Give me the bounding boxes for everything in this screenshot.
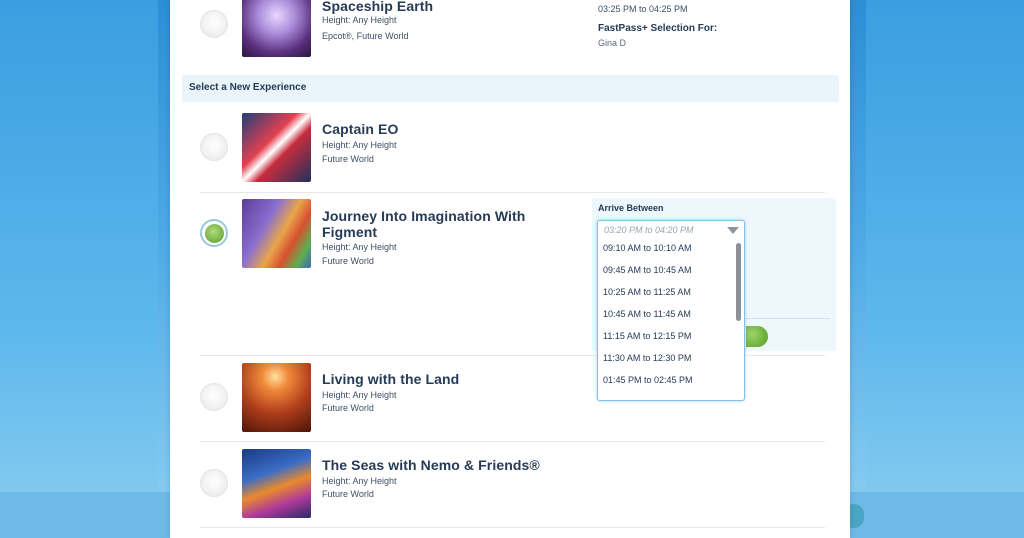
- radio-journey-into-imagination[interactable]: [200, 219, 228, 247]
- experience-location: Epcot®, Future World: [322, 31, 409, 41]
- experience-height: Height: Any Height: [322, 390, 397, 400]
- section-header: Select a New Experience: [182, 75, 839, 102]
- radio-spaceship-earth[interactable]: [200, 10, 228, 38]
- figment-thumbnail: [242, 199, 311, 268]
- divider: [200, 527, 825, 528]
- divider: [746, 318, 830, 319]
- radio-living-with-the-land[interactable]: [200, 383, 228, 411]
- experience-title: The Seas with Nemo & Friends®: [322, 457, 540, 473]
- divider: [200, 441, 825, 442]
- experience-title: Living with the Land: [322, 371, 460, 387]
- seas-with-nemo-thumbnail: [242, 449, 311, 518]
- divider: [200, 192, 825, 193]
- experience-location: Future World: [322, 489, 374, 499]
- living-with-the-land-thumbnail: [242, 363, 311, 432]
- experience-height: Height: Any Height: [322, 476, 397, 486]
- arrive-time-select[interactable]: 03:20 PM to 04:20 PM 09:10 AM to 10:10 A…: [597, 220, 745, 401]
- captain-eo-thumbnail: [242, 113, 311, 182]
- experience-title: Spaceship Earth: [322, 0, 434, 14]
- radio-selected-dot: [205, 224, 224, 243]
- chevron-down-icon[interactable]: [727, 227, 739, 234]
- experience-location: Future World: [322, 256, 374, 266]
- radio-seas-with-nemo[interactable]: [200, 469, 228, 497]
- arrive-time-option[interactable]: 10:25 AM to 11:25 AM: [598, 283, 734, 305]
- confirm-button[interactable]: [746, 326, 768, 347]
- experience-height: Height: Any Height: [322, 242, 397, 252]
- spaceship-earth-thumbnail: [242, 0, 311, 57]
- experience-title-line-2: Figment: [322, 224, 378, 240]
- arrive-between-label: Arrive Between: [598, 203, 664, 213]
- experience-height: Height: Any Height: [322, 140, 397, 150]
- experience-height: Height: Any Height: [322, 15, 397, 25]
- experience-location: Future World: [322, 154, 374, 164]
- experience-modal: Spaceship Earth Height: Any Height Epcot…: [170, 0, 850, 538]
- background-left-panel: [0, 0, 158, 538]
- background-right-panel: [866, 0, 1024, 538]
- experience-location: Future World: [322, 403, 374, 413]
- experience-title: Captain EO: [322, 121, 399, 137]
- section-header-label: Select a New Experience: [189, 82, 307, 93]
- radio-captain-eo[interactable]: [200, 133, 228, 161]
- arrive-time-option[interactable]: 09:45 AM to 10:45 AM: [598, 261, 734, 283]
- fastpass-selection-label: FastPass+ Selection For:: [598, 23, 718, 34]
- arrive-time-selected-value: 03:20 PM to 04:20 PM: [604, 225, 694, 235]
- arrive-time-option[interactable]: 01:45 PM to 02:45 PM: [598, 371, 734, 393]
- arrive-time-options: 09:10 AM to 10:10 AM 09:45 AM to 10:45 A…: [598, 239, 734, 393]
- fastpass-guest-name: Gina D: [598, 38, 627, 48]
- experience-title-line-1: Journey Into Imagination With: [322, 208, 526, 224]
- arrive-time-option[interactable]: 11:30 AM to 12:30 PM: [598, 349, 734, 371]
- dropdown-scrollbar[interactable]: [736, 243, 741, 321]
- arrive-time-option[interactable]: 09:10 AM to 10:10 AM: [598, 239, 734, 261]
- arrive-time-option[interactable]: 10:45 AM to 11:45 AM: [598, 305, 734, 327]
- current-time-window: 03:25 PM to 04:25 PM: [598, 4, 688, 14]
- arrive-time-option[interactable]: 11:15 AM to 12:15 PM: [598, 327, 734, 349]
